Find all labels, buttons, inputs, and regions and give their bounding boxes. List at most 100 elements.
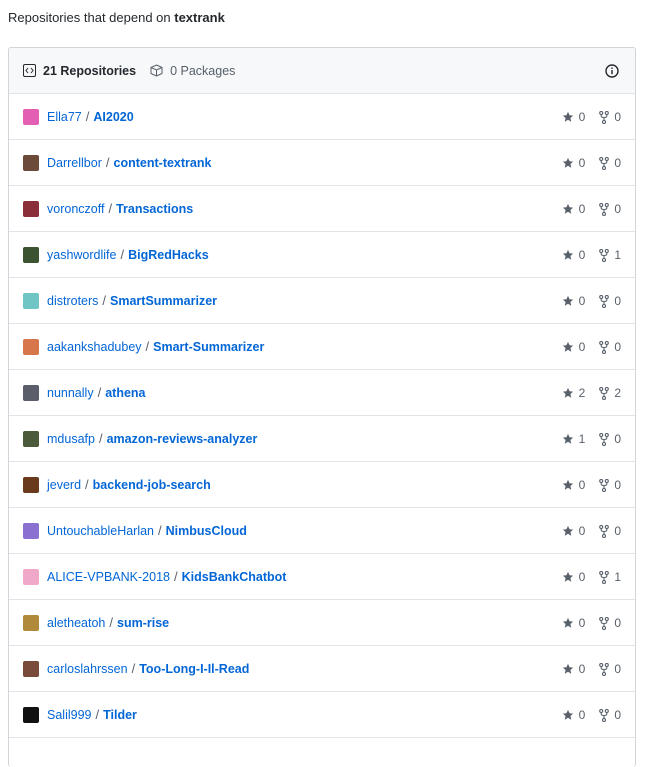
repo-stats: 00 (548, 478, 621, 492)
owner-link[interactable]: Salil999 (47, 708, 91, 722)
fork-icon (599, 432, 610, 446)
path-separator: / (105, 155, 110, 170)
repo-link[interactable]: BigRedHacks (128, 248, 209, 262)
dependent-row: aakankshadubey / Smart-Summarizer 0 0 (9, 324, 635, 370)
fork-icon (599, 202, 610, 216)
star-icon (562, 157, 573, 168)
repo-link[interactable]: Transactions (116, 202, 193, 216)
owner-link[interactable]: jeverd (47, 478, 81, 492)
path-separator: / (102, 293, 107, 308)
owner-link[interactable]: ALICE-VPBANK-2018 (47, 570, 170, 584)
star-icon (562, 203, 573, 214)
star-count: 0 (562, 662, 586, 676)
star-count-value: 0 (578, 248, 586, 262)
repo-link[interactable]: AI2020 (93, 110, 133, 124)
avatar[interactable] (23, 292, 39, 309)
owner-link[interactable]: carloslahrssen (47, 662, 128, 676)
avatar[interactable] (23, 476, 39, 493)
repo-stats: 00 (548, 616, 621, 630)
repo-link[interactable]: Smart-Summarizer (153, 340, 264, 354)
owner-link[interactable]: yashwordlife (47, 248, 116, 262)
avatar[interactable] (23, 200, 39, 217)
star-count: 0 (562, 156, 586, 170)
avatar[interactable] (23, 338, 39, 355)
fork-icon (599, 478, 610, 492)
dependents-list: Ella77/AI2020 0 0 Darrellbor / content-textra… (9, 94, 635, 738)
star-count-value: 1 (578, 432, 586, 446)
avatar[interactable] (23, 614, 39, 631)
star-icon (562, 709, 573, 720)
tab-repositories-label: 21 Repositories (43, 63, 137, 78)
fork-count-value: 0 (614, 156, 621, 170)
star-count: 0 (562, 248, 586, 262)
owner-link[interactable]: nunnally (47, 386, 94, 400)
star-count-value: 0 (578, 294, 586, 308)
star-count-value: 0 (578, 156, 586, 170)
path-separator: / (85, 477, 89, 492)
tab-packages[interactable]: 0 Packages (150, 64, 235, 78)
star-icon (562, 111, 573, 122)
star-count-value: 2 (578, 386, 586, 400)
fork-count-value: 0 (614, 340, 621, 354)
repo-link[interactable]: KidsBankChatbot (182, 570, 287, 584)
dependent-row: jeverd / backend-job-search 0 0 (9, 462, 635, 508)
star-icon (562, 571, 573, 582)
avatar[interactable] (23, 706, 39, 723)
repo-stats: 00 (548, 202, 621, 216)
dependent-row: mdusafp / amazon-reviews-analyzer 1 0 (9, 416, 635, 462)
repo-link[interactable]: Too-Long-I-Il-Read (139, 662, 249, 676)
info-icon[interactable] (605, 64, 619, 78)
path-separator: / (95, 707, 100, 722)
repo-link[interactable]: backend-job-search (93, 478, 211, 492)
dependents-box: 21 Repositories 0 Packages Ella77 / AI2020… (8, 47, 636, 767)
avatar[interactable] (23, 384, 39, 401)
fork-count: 0 (599, 340, 621, 354)
repo-link[interactable]: athena (105, 386, 145, 400)
code-icon (23, 64, 36, 77)
dependents-header: 21 Repositories 0 Packages (9, 48, 635, 94)
owner-link[interactable]: voronczoff (47, 202, 104, 216)
star-icon (562, 663, 573, 674)
repo-link[interactable]: NimbusCloud (166, 524, 247, 538)
path-separator: / (173, 569, 178, 584)
star-count: 0 (562, 708, 585, 722)
avatar[interactable] (23, 568, 39, 585)
owner-link[interactable]: aletheatoh (47, 616, 105, 630)
fork-count-value: 0 (614, 662, 621, 676)
fork-count: 0 (599, 156, 621, 170)
owner-link[interactable]: mdusafp (47, 432, 95, 446)
owner-link[interactable]: aakankshadubey (47, 340, 142, 354)
repo-link[interactable]: amazon-reviews-analyzer (107, 432, 258, 446)
avatar[interactable] (23, 430, 39, 447)
repo-link[interactable]: sum-rise (117, 616, 169, 630)
repo-stats: 00 (548, 708, 621, 722)
avatar[interactable] (23, 522, 39, 539)
owner-link[interactable]: UntouchableHarlan (47, 524, 154, 538)
path-separator: / (98, 431, 103, 446)
fork-count-value: 0 (614, 616, 621, 630)
star-icon (562, 249, 573, 260)
star-icon (562, 387, 573, 398)
heading-text: Repositories that depend on (8, 10, 171, 25)
dependent-row: yashwordlife / BigRedHacks 0 1 (9, 232, 635, 278)
fork-count: 0 (599, 432, 621, 446)
dependent-row: distroters / SmartSummarizer 0 0 (9, 278, 635, 324)
fork-icon (599, 110, 610, 124)
owner-link[interactable]: Darrellbor (47, 156, 102, 170)
owner-link[interactable]: distroters (47, 294, 98, 308)
owner-link[interactable]: Ella77 (47, 110, 82, 124)
heading-package: textrank (174, 10, 225, 25)
repo-stats: 01 (548, 248, 621, 262)
repo-link[interactable]: Tilder (103, 708, 137, 722)
tab-repositories[interactable]: 21 Repositories (23, 64, 136, 78)
repo-stats: 00 (548, 524, 621, 538)
avatar[interactable] (23, 660, 39, 677)
avatar[interactable] (23, 108, 39, 125)
repo-link[interactable]: SmartSummarizer (110, 294, 217, 308)
fork-count: 1 (599, 248, 621, 262)
dependent-row: Salil999 /Tilder 0 0 (9, 692, 635, 738)
star-count-value: 0 (578, 662, 586, 676)
repo-link[interactable]: content-textrank (114, 156, 212, 170)
avatar[interactable] (23, 154, 39, 171)
avatar[interactable] (23, 246, 39, 263)
